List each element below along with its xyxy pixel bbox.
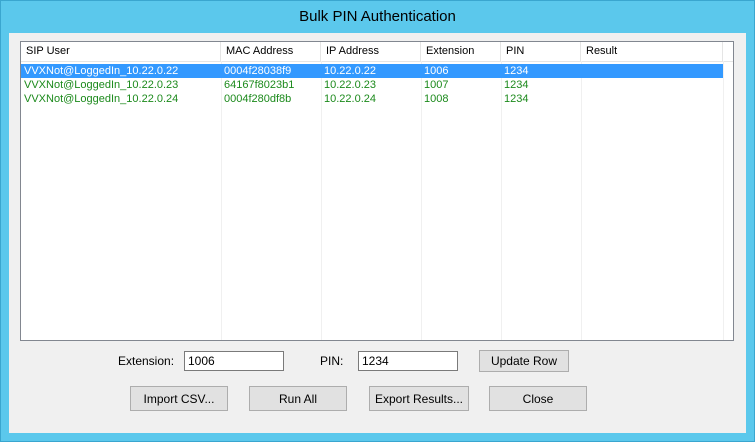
- extension-input[interactable]: [184, 351, 284, 371]
- table-row[interactable]: VVXNot@LoggedIn_10.22.0.24 0004f280df8b …: [21, 92, 723, 106]
- cell-ip-address: 10.22.0.23: [324, 79, 376, 91]
- cell-result: [581, 78, 723, 92]
- update-row-button[interactable]: Update Row: [479, 350, 569, 372]
- cell-pin: 1234: [504, 79, 529, 91]
- table-row[interactable]: VVXNot@LoggedIn_10.22.0.22 0004f28038f9 …: [21, 64, 723, 78]
- column-header-extension[interactable]: Extension: [421, 42, 501, 61]
- column-header-ip-address[interactable]: IP Address: [321, 42, 421, 61]
- cell-mac-address: 0004f28038f9: [224, 65, 292, 77]
- column-header-mac-address[interactable]: MAC Address: [221, 42, 321, 61]
- pin-label: PIN:: [320, 354, 344, 368]
- cell-mac-address: 0004f280df8b: [224, 93, 292, 105]
- cell-pin: 1234: [504, 65, 529, 77]
- cell-pin: 1234: [504, 93, 529, 105]
- cell-mac-address: 64167f8023b1: [224, 79, 295, 91]
- column-header-pin[interactable]: PIN: [501, 42, 581, 61]
- users-list-view[interactable]: SIP User MAC Address IP Address Extensio…: [20, 41, 734, 341]
- cell-extension: 1007: [424, 79, 449, 91]
- cell-extension: 1008: [424, 93, 449, 105]
- pin-input[interactable]: [358, 351, 458, 371]
- cell-sip-user: VVXNot@LoggedIn_10.22.0.23: [24, 79, 179, 91]
- cell-sip-user: VVXNot@LoggedIn_10.22.0.24: [24, 93, 179, 105]
- cell-ip-address: 10.22.0.24: [324, 93, 376, 105]
- import-csv-button[interactable]: Import CSV...: [130, 386, 228, 411]
- table-row[interactable]: VVXNot@LoggedIn_10.22.0.23 64167f8023b1 …: [21, 78, 723, 92]
- cell-extension: 1006: [424, 65, 449, 77]
- run-all-button[interactable]: Run All: [249, 386, 347, 411]
- window-title: Bulk PIN Authentication: [299, 8, 456, 25]
- bulk-pin-window: Bulk PIN Authentication SIP User MAC Add…: [0, 0, 755, 442]
- grid-line: [723, 61, 724, 340]
- cell-sip-user: VVXNot@LoggedIn_10.22.0.22: [24, 65, 179, 77]
- cell-result: [581, 92, 723, 106]
- cell-result: [581, 64, 723, 78]
- extension-label: Extension:: [118, 354, 175, 368]
- export-results-button[interactable]: Export Results...: [369, 386, 469, 411]
- dialog-body: SIP User MAC Address IP Address Extensio…: [9, 33, 746, 433]
- list-header: SIP User MAC Address IP Address Extensio…: [21, 42, 733, 62]
- column-header-result[interactable]: Result: [581, 42, 723, 61]
- column-header-sip-user[interactable]: SIP User: [21, 42, 221, 61]
- close-button[interactable]: Close: [489, 386, 587, 411]
- cell-ip-address: 10.22.0.22: [324, 65, 376, 77]
